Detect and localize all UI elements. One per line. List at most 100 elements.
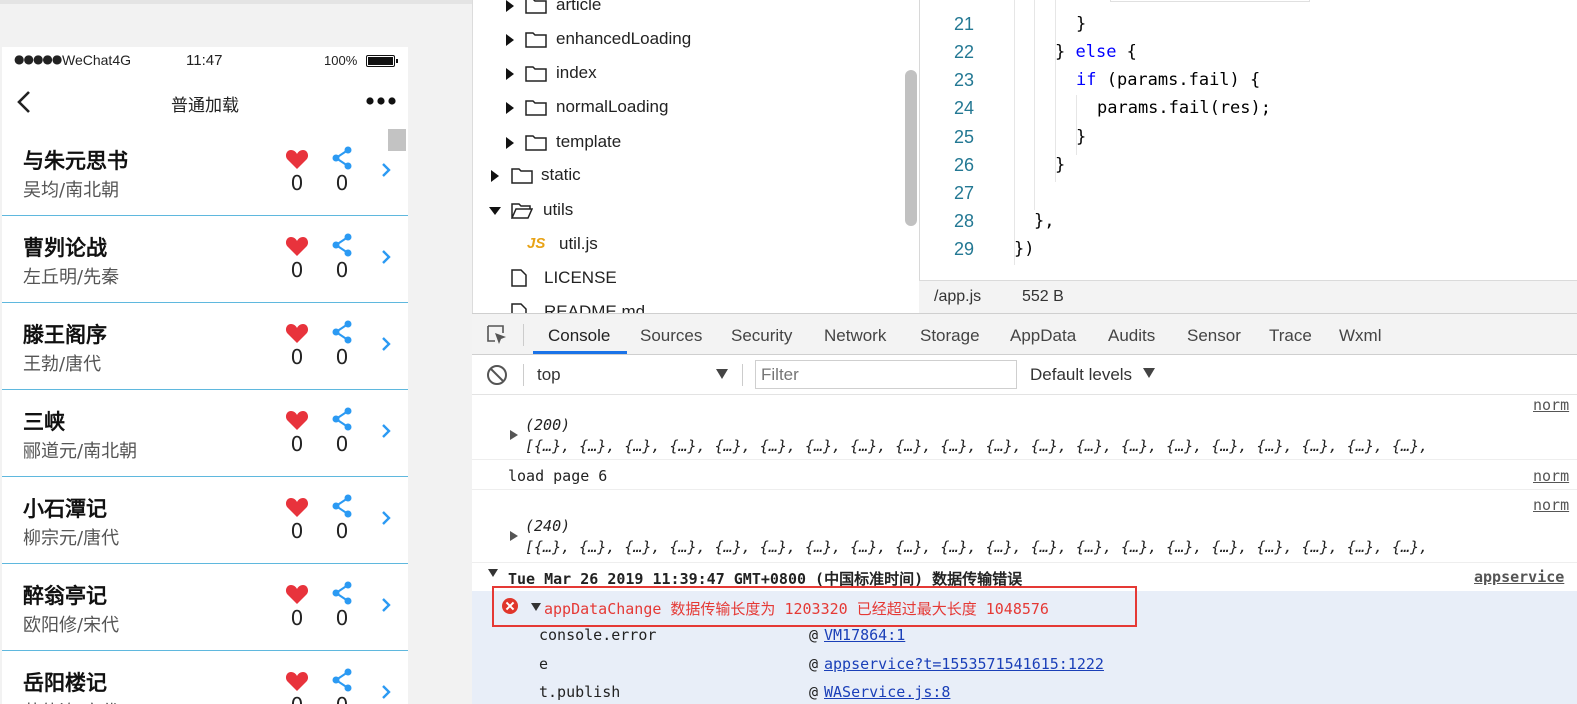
like-count: 0 xyxy=(290,519,304,543)
like-count: 0 xyxy=(282,693,312,704)
chevron-right-icon[interactable] xyxy=(380,509,392,527)
file-size: 552 B xyxy=(1022,288,1064,305)
share-icon[interactable] xyxy=(331,581,353,605)
heart-icon[interactable] xyxy=(285,235,309,257)
tree-item-utils[interactable]: utils xyxy=(473,193,903,227)
heart-icon[interactable] xyxy=(285,148,309,170)
collapsed-arrow-icon[interactable] xyxy=(506,0,514,12)
heart-icon[interactable] xyxy=(285,409,309,431)
code-text: } else { xyxy=(1055,42,1137,62)
share-icon[interactable] xyxy=(331,494,353,518)
like-count: 0 xyxy=(290,606,304,630)
list-item[interactable]: 与朱元思书 吴均/南北朝 0 0 xyxy=(2,129,408,216)
line-number: 23 xyxy=(953,70,974,90)
article-author: 范仲淹/宋代 xyxy=(23,698,119,704)
tree-item-readme[interactable]: README.md xyxy=(473,295,903,313)
collapsed-arrow-icon[interactable] xyxy=(506,137,514,149)
tab-sensor[interactable]: Sensor xyxy=(1187,326,1241,346)
inspect-element-icon[interactable] xyxy=(486,324,508,346)
page-title: 普通加载 xyxy=(171,96,239,116)
list-item[interactable]: 三峡 郦道元/南北朝 0 0 xyxy=(2,390,408,477)
share-icon[interactable] xyxy=(331,407,353,431)
tab-security[interactable]: Security xyxy=(731,326,792,346)
chevron-right-icon[interactable] xyxy=(380,683,392,701)
tree-item-label: util.js xyxy=(559,234,598,253)
tree-item-normalloading[interactable]: normalLoading xyxy=(473,90,903,124)
collapsed-arrow-icon[interactable] xyxy=(491,170,499,182)
expanded-arrow-icon[interactable] xyxy=(489,207,501,215)
line-number: 25 xyxy=(953,127,974,147)
filter-input[interactable] xyxy=(755,360,1017,389)
tab-trace[interactable]: Trace xyxy=(1269,326,1312,346)
tab-audits[interactable]: Audits xyxy=(1108,326,1155,346)
chevron-right-icon[interactable] xyxy=(380,422,392,440)
stack-at: @ xyxy=(809,626,819,644)
chevron-right-icon[interactable] xyxy=(380,248,392,266)
tab-wxml[interactable]: Wxml xyxy=(1339,326,1381,346)
stack-link[interactable]: appservice?t=1553571541615:1222 xyxy=(824,655,1104,673)
share-icon[interactable] xyxy=(331,146,353,170)
list-item[interactable]: 岳阳楼记范仲淹/宋代 0 0 xyxy=(2,651,408,704)
toolbar-separator xyxy=(523,324,524,346)
tree-item-static[interactable]: static xyxy=(473,158,903,192)
heart-icon[interactable] xyxy=(285,322,309,344)
chevron-down-icon[interactable] xyxy=(1143,368,1155,378)
code-line: 25 } xyxy=(920,124,1577,152)
tree-item-index[interactable]: index xyxy=(473,56,903,90)
chevron-down-icon[interactable] xyxy=(716,369,728,379)
chevron-right-icon[interactable] xyxy=(380,161,392,179)
list-item[interactable]: 小石潭记 柳宗元/唐代 0 0 xyxy=(2,477,408,564)
source-link[interactable]: norm xyxy=(1533,496,1569,514)
tree-item-license[interactable]: LICENSE xyxy=(473,261,903,295)
list-item[interactable]: 滕王阁序 王勃/唐代 0 0 xyxy=(2,303,408,390)
file-icon xyxy=(511,269,527,287)
line-number: 21 xyxy=(953,14,974,34)
stack-link[interactable]: WAService.js:8 xyxy=(824,683,950,701)
code-editor[interactable]: 21 } 22 } else { 23 if (params.fail) { 2… xyxy=(919,0,1577,280)
folder-icon xyxy=(525,100,547,116)
tree-item-enhancedloading[interactable]: enhancedLoading xyxy=(473,22,903,56)
stack-link[interactable]: VM17864:1 xyxy=(824,626,905,644)
like-count: 0 xyxy=(290,258,304,282)
heart-icon[interactable] xyxy=(285,670,309,692)
clear-console-icon[interactable] xyxy=(486,364,508,386)
heart-icon[interactable] xyxy=(285,583,309,605)
file-tree-scrollbar[interactable] xyxy=(905,70,917,226)
tab-console[interactable]: Console xyxy=(548,326,610,346)
tab-appdata[interactable]: AppData xyxy=(1010,326,1076,346)
js-file-icon: JS xyxy=(527,235,546,252)
chevron-right-icon[interactable] xyxy=(380,335,392,353)
expand-arrow-icon[interactable] xyxy=(510,430,518,440)
collapsed-arrow-icon[interactable] xyxy=(506,68,514,80)
context-selector[interactable]: top xyxy=(537,365,561,385)
source-link[interactable]: norm xyxy=(1533,396,1569,414)
stack-function: console.error xyxy=(539,626,657,644)
devtools-tab-bar: Console Sources Security Network Storage… xyxy=(472,313,1577,355)
console-message[interactable]: norm (200) [{…}, {…}, {…}, {…}, {…}, {…}… xyxy=(472,395,1577,460)
more-icon[interactable] xyxy=(366,95,396,107)
tab-network[interactable]: Network xyxy=(824,326,886,346)
expand-arrow-icon[interactable] xyxy=(510,531,518,541)
heart-icon[interactable] xyxy=(285,496,309,518)
tab-sources[interactable]: Sources xyxy=(640,326,702,346)
share-icon[interactable] xyxy=(331,320,353,344)
list-scrollbar[interactable] xyxy=(388,129,406,151)
collapsed-arrow-icon[interactable] xyxy=(506,34,514,46)
source-link[interactable]: norm xyxy=(1533,467,1569,485)
console-message[interactable]: norm (240) [{…}, {…}, {…}, {…}, {…}, {…}… xyxy=(472,490,1577,563)
tree-item-util-js[interactable]: JS util.js xyxy=(473,227,903,261)
tree-item-template[interactable]: template xyxy=(473,125,903,159)
collapse-arrow-icon[interactable] xyxy=(488,569,498,577)
source-link[interactable]: appservice xyxy=(1474,568,1564,586)
stack-function: e xyxy=(539,655,549,673)
chevron-right-icon[interactable] xyxy=(380,596,392,614)
collapsed-arrow-icon[interactable] xyxy=(506,102,514,114)
share-icon[interactable] xyxy=(331,233,353,257)
tree-item-article[interactable]: article xyxy=(473,0,903,22)
tab-storage[interactable]: Storage xyxy=(920,326,980,346)
log-levels-dropdown[interactable]: Default levels xyxy=(1030,365,1132,385)
list-item[interactable]: 醉翁亭记 欧阳修/宋代 0 0 xyxy=(2,564,408,651)
tree-item-label: normalLoading xyxy=(556,97,669,116)
share-icon[interactable] xyxy=(331,668,353,692)
list-item[interactable]: 曹刿论战 左丘明/先秦 0 0 xyxy=(2,216,408,303)
